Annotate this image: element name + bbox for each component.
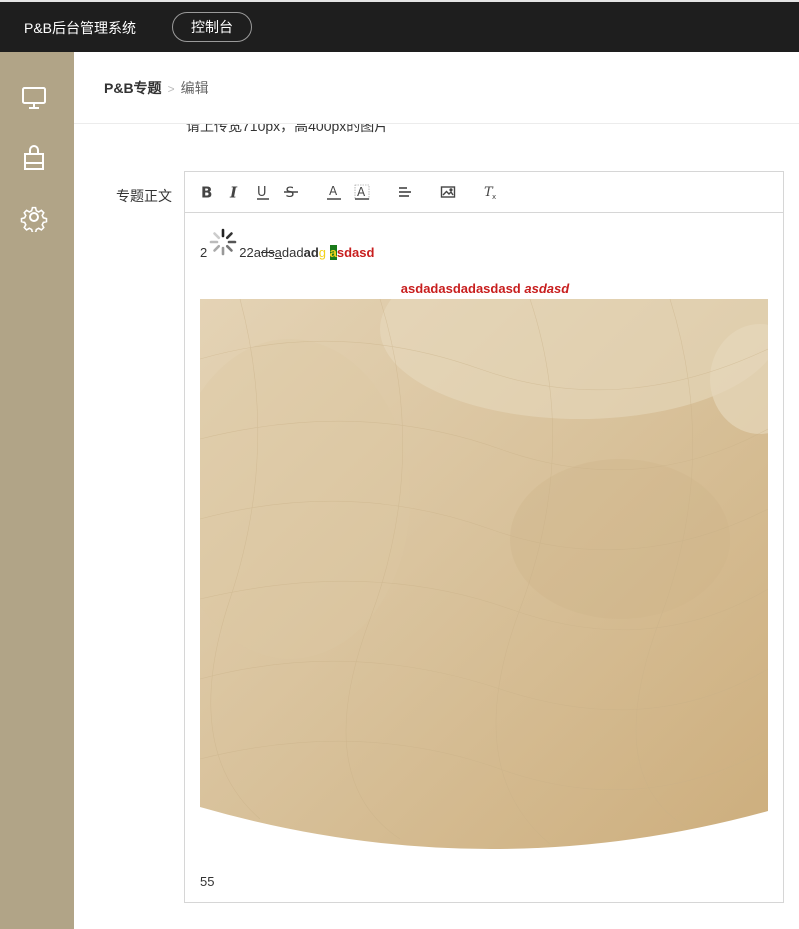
font-color-icon[interactable]: A [326,184,342,200]
clear-format-icon[interactable]: Tx [483,184,499,201]
svg-text:x: x [492,193,496,200]
centered-text-normal: asdadasdadasdasd [400,281,521,296]
breadcrumb-current: 编辑 [180,80,209,96]
sidebar [0,52,74,929]
body-field-label: 专题正文 [116,188,172,204]
text-run-red: sdasd [336,245,375,260]
align-icon[interactable] [397,184,413,200]
page-header: P&B专题 > 编辑 [74,52,799,124]
text-run-underline: a [274,245,282,260]
svg-text:U: U [257,185,267,200]
strikethrough-icon[interactable]: S [283,184,299,201]
underline-icon[interactable]: U [255,184,271,200]
text-run-highlight: a [329,245,337,260]
text-run-yellow: g [318,245,327,260]
centered-text-italic: asdasd [524,281,570,296]
app-brand: P&B后台管理系统 [24,20,137,36]
text-run-strikethrough: ds [260,245,275,260]
rich-text-editor: B I U S A A Tx [184,171,784,903]
editor-content[interactable]: 2 22adsadadadg asdasd asdadasdadasdasd as… [200,213,770,903]
svg-text:I: I [229,184,238,200]
svg-text:B: B [201,184,212,200]
text-line-1: 2 22adsadadadg asdasd [200,245,374,260]
shopping-bag-icon[interactable] [19,143,49,173]
svg-text:A: A [329,184,338,198]
breadcrumb-separator: > [167,82,175,96]
breadcrumb-section[interactable]: P&B专题 [104,80,162,96]
inserted-image[interactable] [200,299,768,851]
text-run: dad [281,245,304,260]
image-icon[interactable] [440,184,456,200]
background-color-icon[interactable]: A [354,184,370,200]
text-run: 22a [239,245,261,260]
console-button[interactable]: 控制台 [172,12,252,42]
text-line-last: 55 [200,874,215,889]
editor-toolbar: B I U S A A Tx [185,172,783,213]
text-run-bold: ad [303,245,319,260]
centered-text-line: asdadasdadasdasd asdasd [200,281,770,296]
breadcrumb: P&B专题 > 编辑 [104,78,209,98]
text-run: 2 [200,245,208,260]
bold-icon[interactable]: B [199,184,215,202]
svg-text:A: A [357,185,366,199]
top-bar: P&B后台管理系统 控制台 [0,0,799,52]
italic-icon[interactable]: I [227,184,243,202]
monitor-icon[interactable] [19,83,49,113]
gear-icon[interactable] [19,202,49,234]
